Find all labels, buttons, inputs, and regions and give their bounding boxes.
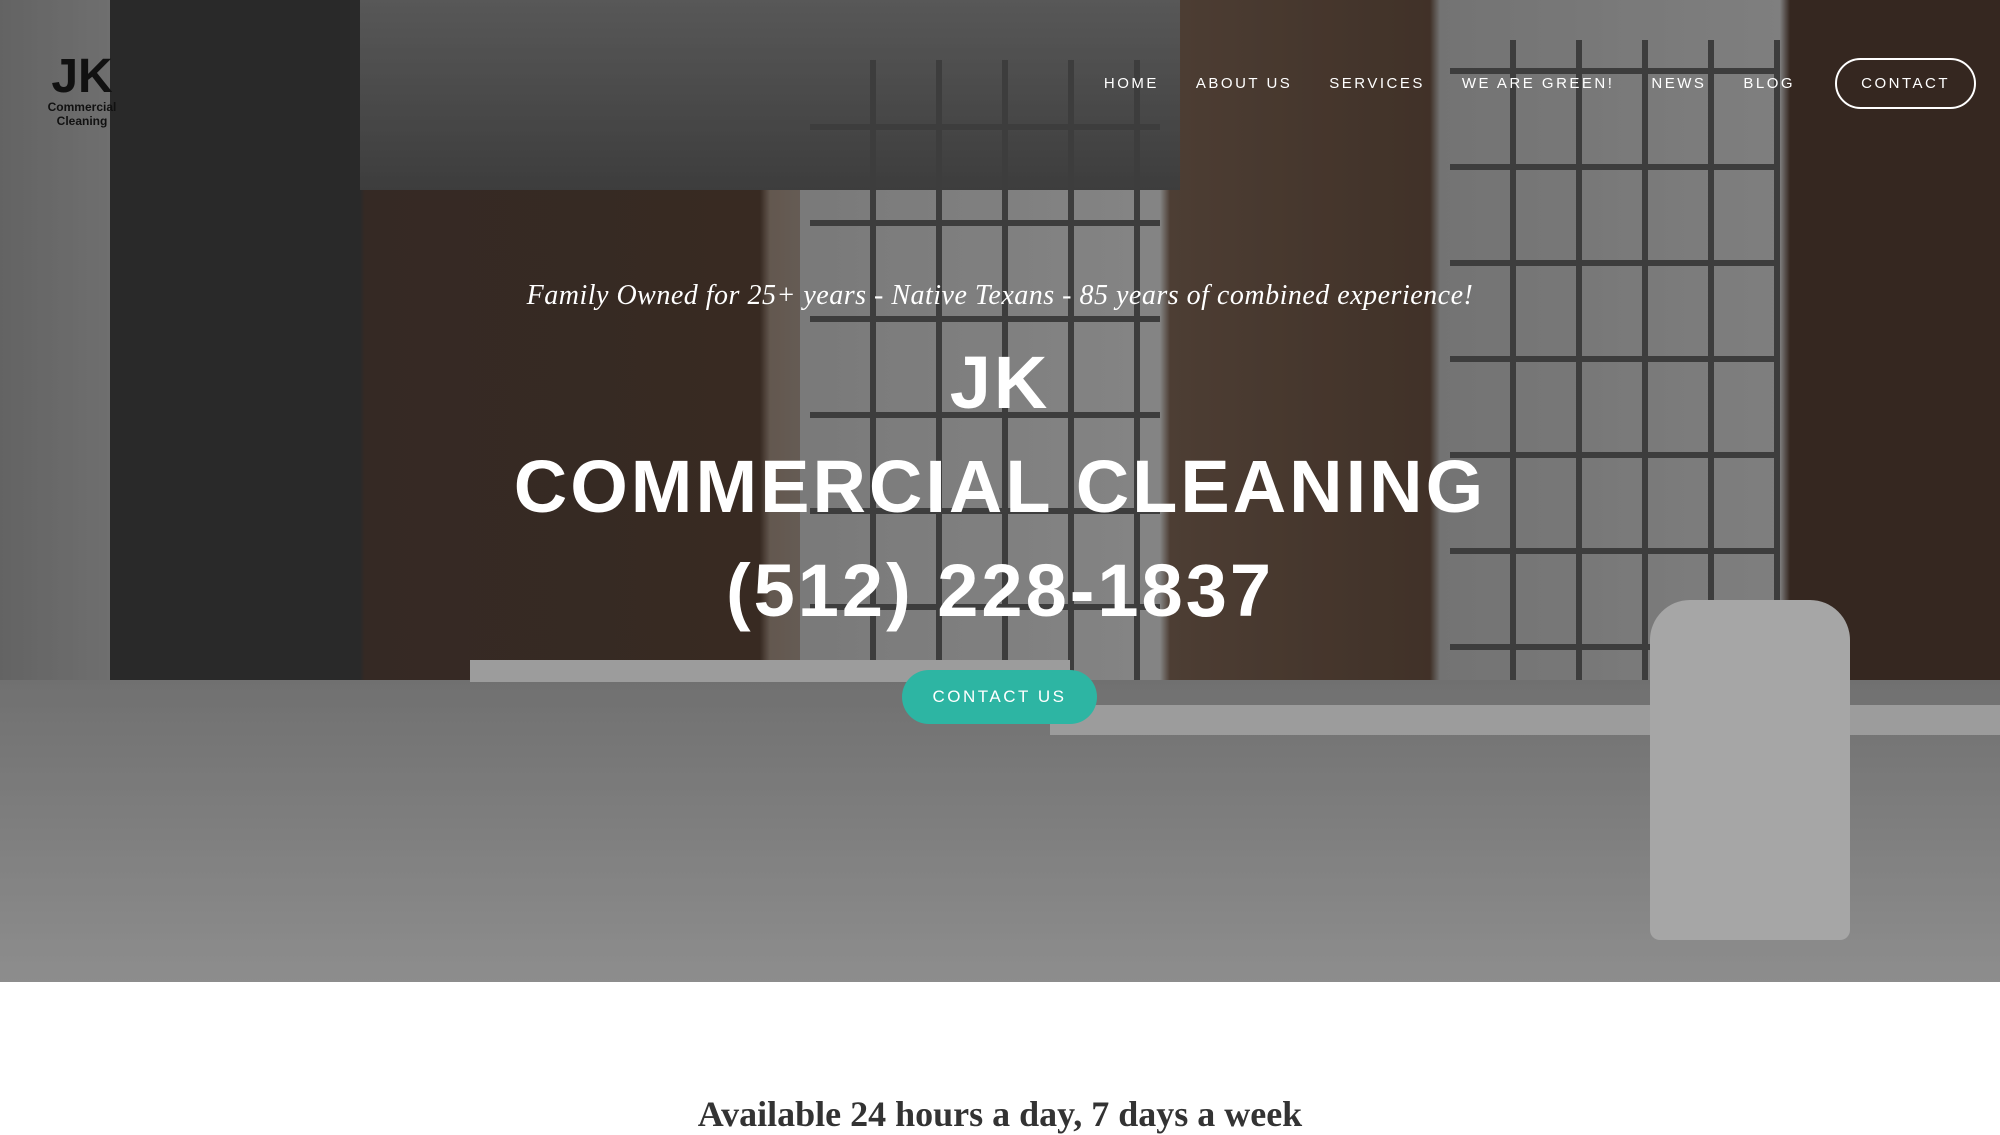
- nav-home[interactable]: HOME: [1104, 75, 1159, 92]
- logo[interactable]: JK Commercial Cleaning: [22, 50, 142, 129]
- nav-we-are-green[interactable]: WE ARE GREEN!: [1462, 75, 1615, 92]
- hero-title-jk: JK: [949, 341, 1051, 424]
- logo-title: JK: [51, 50, 113, 103]
- hero-phone[interactable]: (512) 228-1837: [0, 548, 2000, 633]
- nav-news[interactable]: NEWS: [1651, 75, 1706, 92]
- nav-about-us[interactable]: ABOUT US: [1196, 75, 1292, 92]
- availability-heading: Available 24 hours a day, 7 days a week: [697, 1094, 1303, 1134]
- hero-title-company: COMMERCIAL CLEANING: [513, 445, 1487, 528]
- nav-services[interactable]: SERVICES: [1329, 75, 1425, 92]
- nav-blog[interactable]: BLOG: [1743, 75, 1795, 92]
- main-nav: HOME ABOUT US SERVICES WE ARE GREEN! NEW…: [1104, 58, 1976, 109]
- nav-contact-button[interactable]: CONTACT: [1835, 58, 1976, 109]
- contact-us-button[interactable]: CONTACT US: [902, 670, 1097, 724]
- hero-tagline: Family Owned for 25+ years - Native Texa…: [526, 280, 1474, 311]
- logo-subtitle: Commercial Cleaning: [47, 100, 117, 128]
